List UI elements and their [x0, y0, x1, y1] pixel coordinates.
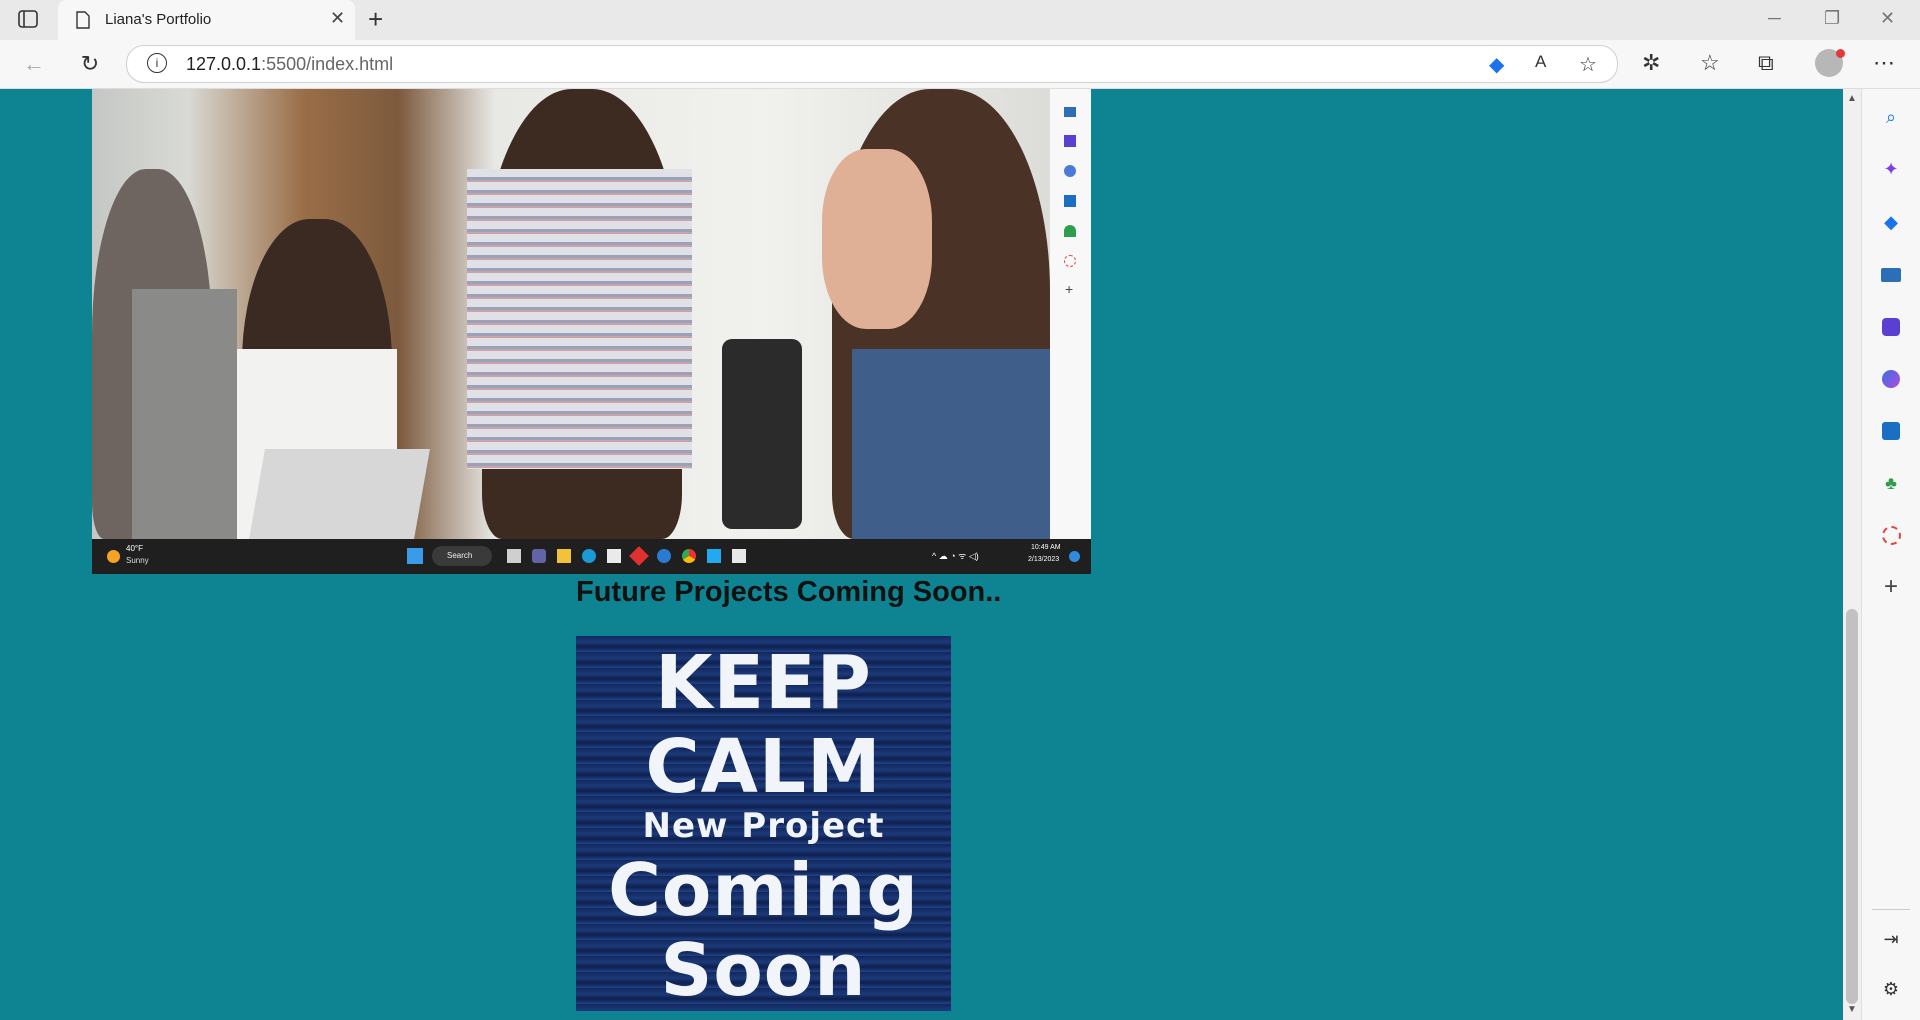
add-mini-icon: +	[1065, 281, 1074, 297]
restore-icon[interactable]: ❐	[1824, 8, 1840, 29]
outlook-mini-icon	[1064, 195, 1076, 207]
edge-icon	[582, 549, 596, 563]
windows-start-icon	[407, 548, 423, 564]
file-explorer-icon	[557, 549, 571, 563]
page-content: + 40°F Sunny Search ^ ☁ ◔ ᯤ ◁) 10:49 AM …	[0, 89, 1843, 1020]
scroll-up-arrow-icon[interactable]: ▲	[1847, 93, 1857, 104]
notification-icon	[1069, 551, 1080, 562]
person-4-face	[822, 149, 932, 329]
games-icon[interactable]	[1879, 315, 1903, 339]
office-icon[interactable]	[1879, 367, 1903, 391]
copilot-sparkle-icon[interactable]: ✦	[1879, 157, 1903, 181]
extensions-icon[interactable]: ✲	[1642, 50, 1660, 76]
weather-temp: 40°F	[126, 544, 143, 553]
search-icon[interactable]: ⌕	[1879, 105, 1903, 129]
office-chair	[722, 339, 802, 529]
poster-line-calm: CALM	[645, 724, 882, 810]
browser-toolbar: ← ↻ i 127.0.0.1:5500/index.html ◆ A ☆ ✲ …	[0, 40, 1920, 89]
sidebar-settings-gear-icon[interactable]: ⚙	[1879, 977, 1903, 1001]
app-badge-icon	[657, 549, 671, 563]
person-1-shirt	[132, 289, 237, 539]
taskbar-search-box: Search	[432, 546, 492, 566]
refresh-icon[interactable]: ↻	[74, 48, 106, 80]
tools-briefcase-icon[interactable]	[1879, 263, 1903, 287]
title-bar: Liana's Portfolio ✕ + ─ ❐ ✕	[0, 0, 1920, 40]
office-mini-icon	[1064, 165, 1076, 177]
scroll-down-arrow-icon[interactable]: ▼	[1847, 1004, 1857, 1015]
hide-sidebar-icon[interactable]: ⇥	[1879, 927, 1903, 951]
circle-tool-icon[interactable]	[1879, 523, 1903, 547]
edge-sidebar: ⌕ ✦ ◆ ♣ + ⇥ ⚙	[1861, 89, 1920, 1020]
poster-line-coming: Coming	[608, 848, 919, 932]
circle-mini-icon	[1064, 255, 1076, 267]
page-icon	[76, 11, 90, 29]
url-text[interactable]: 127.0.0.1:5500/index.html	[186, 54, 393, 75]
desktop-screenshot-image: + 40°F Sunny Search ^ ☁ ◔ ᯤ ◁) 10:49 AM …	[92, 89, 1091, 574]
read-aloud-icon[interactable]: A	[1535, 52, 1546, 72]
scrollbar-thumb[interactable]	[1846, 609, 1858, 1004]
address-bar[interactable]: i 127.0.0.1:5500/index.html ◆ A ☆	[126, 45, 1618, 83]
poster-line-keep: KEEP	[655, 640, 872, 726]
person-3-shirt	[467, 169, 692, 469]
task-view-icon	[507, 549, 521, 563]
tree-mini-icon	[1064, 225, 1076, 237]
tray-icons: ^ ☁ ◔ ᯤ ◁)	[932, 551, 979, 561]
tree-icon[interactable]: ♣	[1879, 471, 1903, 495]
briefcase-mini-icon	[1064, 107, 1076, 117]
tab-close-icon[interactable]: ✕	[330, 8, 345, 29]
poster-line-soon: Soon	[660, 928, 867, 1011]
new-tab-button[interactable]: +	[368, 4, 383, 35]
snipping-tool-icon	[732, 549, 746, 563]
shopping-tag-icon[interactable]: ◆	[1489, 52, 1504, 77]
store-icon	[607, 549, 621, 563]
sidebar-divider	[1872, 909, 1910, 910]
screenshot-taskbar: 40°F Sunny Search ^ ☁ ◔ ᯤ ◁) 10:49 AM 2/…	[92, 539, 1091, 574]
favorites-icon[interactable]: ☆	[1700, 50, 1720, 76]
more-options-icon[interactable]: ⋯	[1873, 50, 1895, 76]
url-host: 127.0.0.1	[186, 54, 262, 74]
add-favorite-icon[interactable]: ☆	[1579, 52, 1597, 77]
browser-tab[interactable]: Liana's Portfolio ✕	[58, 0, 355, 40]
taskbar-search-label: Search	[447, 551, 473, 560]
games-mini-icon	[1064, 135, 1076, 147]
collections-icon[interactable]: ⧉	[1758, 50, 1774, 76]
weather-desc: Sunny	[126, 556, 149, 565]
window-close-icon[interactable]: ✕	[1880, 8, 1895, 29]
keep-calm-poster-image: KEEP CALM New Project Coming Soon	[576, 636, 951, 1011]
tab-actions-icon[interactable]	[18, 10, 38, 28]
profile-avatar[interactable]	[1815, 49, 1845, 77]
laptop	[249, 449, 430, 539]
chrome-icon	[682, 549, 696, 563]
clock-time: 10:49 AM	[1031, 544, 1061, 551]
site-info-icon[interactable]: i	[147, 53, 167, 73]
app-icon	[629, 546, 649, 566]
profile-notification-dot	[1836, 49, 1845, 58]
tab-title: Liana's Portfolio	[105, 11, 212, 28]
team-meeting-photo	[92, 89, 1050, 539]
outlook-icon[interactable]	[1879, 419, 1903, 443]
back-arrow-icon[interactable]: ←	[18, 48, 50, 80]
page-scrollbar[interactable]: ▲ ▼	[1843, 89, 1861, 1020]
vscode-icon	[707, 549, 721, 563]
clock-date: 2/13/2023	[1028, 556, 1060, 563]
weather-sun-icon	[107, 550, 120, 563]
future-projects-heading: Future Projects Coming Soon..	[576, 576, 1002, 608]
teams-icon	[532, 549, 546, 563]
poster-line-new-project: New Project	[642, 806, 885, 846]
screenshot-edge-sidebar: +	[1050, 89, 1091, 539]
person-4-denim	[852, 349, 1050, 539]
minimize-icon[interactable]: ─	[1768, 8, 1781, 29]
shopping-icon[interactable]: ◆	[1879, 210, 1903, 234]
add-sidebar-app-icon[interactable]: +	[1879, 573, 1903, 600]
url-path: :5500/index.html	[261, 54, 394, 74]
